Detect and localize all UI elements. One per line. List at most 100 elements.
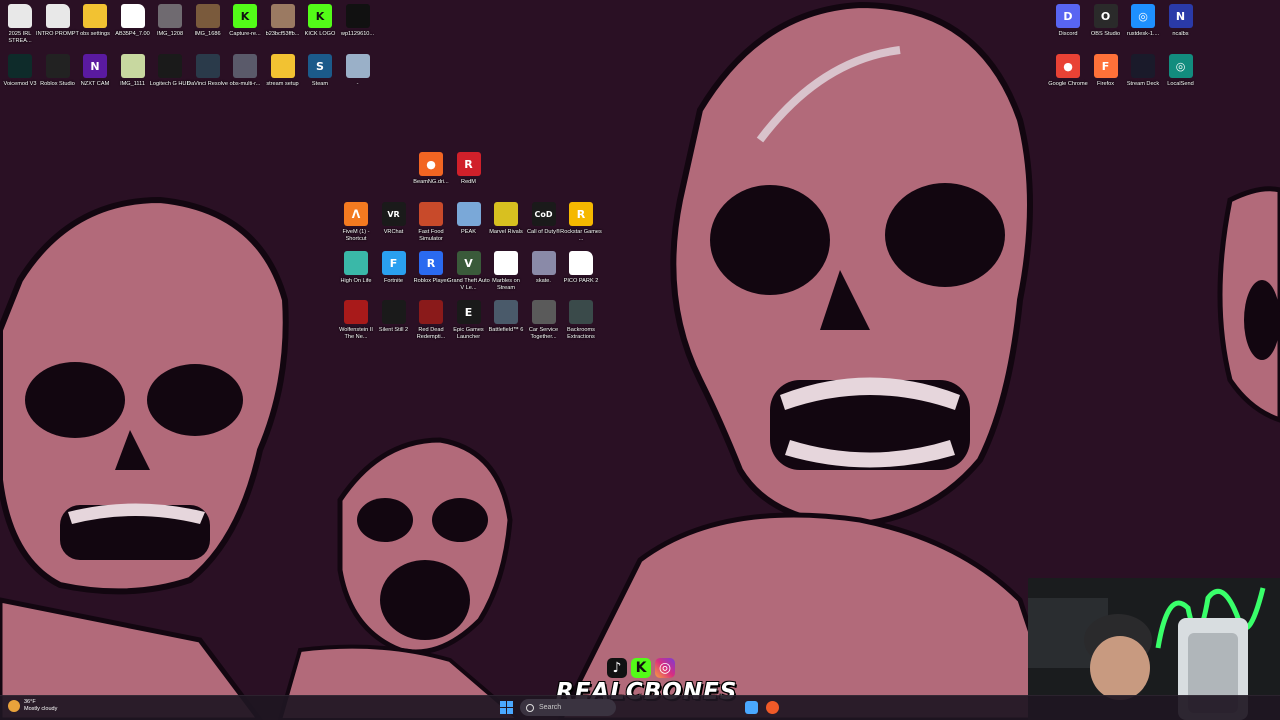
desktop-icon[interactable]: Red Dead Redempti... — [411, 300, 451, 341]
document-icon — [569, 251, 593, 275]
desktop-icon[interactable]: R RedM — [449, 152, 489, 186]
desktop-icon[interactable]: N NZXT CAM — [75, 54, 115, 88]
chrome-icon: ● — [1056, 54, 1080, 78]
desktop-icon[interactable]: - — [338, 54, 378, 88]
desktop-icon[interactable]: Nncalbs — [1161, 4, 1201, 38]
desktop-icon[interactable]: IMG_1111 — [113, 54, 153, 88]
game-icon — [494, 202, 518, 226]
photo-icon — [120, 54, 145, 78]
start-button[interactable] — [500, 701, 513, 714]
windows-logo-icon — [500, 701, 506, 707]
desktop-icon[interactable]: Stream Deck — [1123, 54, 1163, 88]
discord-icon: D — [1056, 4, 1080, 28]
document-icon — [45, 4, 70, 28]
desktop-icon[interactable]: Silent Still 2 — [374, 300, 414, 334]
desktop-icon[interactable]: Battlefield™ 6 — [486, 300, 526, 334]
windows-logo-pane — [507, 701, 513, 707]
desktop-icon[interactable]: skate. — [524, 251, 564, 285]
desktop-icon[interactable]: wp1129610... — [338, 4, 378, 38]
rockstar-icon: R — [569, 202, 593, 226]
cod-icon: CoD — [531, 202, 556, 226]
desktop-icon[interactable]: High On Life — [336, 251, 376, 285]
document-icon — [120, 4, 145, 28]
taskbar-search-box[interactable]: Search — [520, 699, 616, 716]
desktop-icon[interactable]: F Fortnite — [374, 251, 414, 285]
kick-icon: K — [631, 658, 651, 678]
desktop-icon[interactable]: K KICK LOGO — [300, 4, 340, 38]
desktop-icon[interactable]: 2025 IRL STREA... — [0, 4, 40, 45]
windows-logo-pane — [507, 708, 513, 714]
desktop-icon[interactable]: Car Service Together... — [524, 300, 564, 341]
desktop-icon[interactable]: IMG_1208 — [150, 4, 190, 38]
game-icon — [494, 251, 518, 275]
desktop-icon[interactable]: AB35P4_7.00 — [113, 4, 153, 38]
desktop-icon[interactable]: Marvel Rivals — [486, 202, 526, 236]
epic-icon: E — [456, 300, 481, 324]
desktop-icon[interactable]: D Discord — [1048, 4, 1088, 38]
desktop-icon[interactable]: Voicemod V3 — [0, 54, 40, 88]
desktop-icon[interactable]: F Firefox — [1086, 54, 1126, 88]
game-icon — [494, 300, 518, 324]
desktop-icon[interactable]: ● Google Chrome — [1048, 54, 1088, 88]
desktop-icon[interactable]: PEAK — [449, 202, 489, 236]
desktop-icon[interactable]: CoD Call of Duty® — [524, 202, 564, 236]
windows-logo-pane — [500, 708, 506, 714]
desktop-icon[interactable]: R Rockstar Games ... — [560, 202, 602, 243]
desktop-icon[interactable]: Roblox Studio — [38, 54, 78, 88]
desktop-icon[interactable]: PICO PARK 2 — [561, 251, 601, 285]
desktop-icon[interactable]: obs-multi-r... — [225, 54, 265, 88]
desktop-icon[interactable]: Backrooms Extractions — [561, 300, 601, 341]
nzxt-icon: N — [83, 54, 107, 78]
gta-icon: V — [456, 251, 481, 275]
desktop-icon[interactable]: R Roblox Player — [411, 251, 451, 285]
desktop-icon[interactable]: Marbles on Stream — [486, 251, 526, 292]
localsend-icon: ◎ — [1168, 54, 1193, 78]
desktop-icon-label: PICO PARK 2 — [563, 278, 599, 284]
folder-icon — [270, 54, 295, 78]
roblox-icon: R — [419, 251, 443, 275]
weather-widget[interactable]: 36°F Mostly cloudy — [8, 699, 57, 713]
weather-temperature: 36°F — [24, 699, 36, 705]
desktop-icon[interactable]: Wolfenstein II The Ne... — [336, 300, 376, 341]
firefox-icon: F — [1093, 54, 1118, 78]
desktop-icon[interactable]: ᐱ FiveM (1) - Shortcut — [336, 202, 376, 243]
steam-icon: S — [308, 54, 332, 78]
taskbar-app-brave[interactable] — [766, 701, 779, 714]
desktop-icon[interactable]: DaVinci Resolve — [187, 54, 228, 88]
taskbar-app-explorer[interactable] — [745, 701, 758, 714]
game-icon — [531, 300, 556, 324]
voicemod-icon — [8, 54, 32, 78]
desktop-icon[interactable]: ◎ rustdesk-1.... — [1123, 4, 1163, 38]
weather-condition: Mostly cloudy — [24, 706, 58, 712]
obs-icon: O — [1093, 4, 1118, 28]
desktop-icon[interactable]: VR VRChat — [374, 202, 414, 236]
desktop-icon[interactable]: Fast Food Simulator — [411, 202, 451, 243]
vrchat-icon: VR — [381, 202, 406, 226]
desktop-icon[interactable]: INTRO PROMPT — [36, 4, 79, 38]
photo-icon — [195, 4, 220, 28]
desktop-icon[interactable]: ◎ LocalSend — [1161, 54, 1201, 88]
kick-icon: K — [233, 4, 257, 28]
desktop-icon[interactable]: O OBS Studio — [1086, 4, 1126, 38]
desktop-icon[interactable]: ● BeamNG.dri... — [411, 152, 451, 186]
desktop-icon[interactable]: V Grand Theft Auto V Le... — [447, 251, 490, 292]
obs-multi-icon — [233, 54, 257, 78]
desktop-icon[interactable]: stream setup — [263, 54, 303, 88]
document-icon — [8, 4, 32, 28]
desktop-icon[interactable]: S Steam — [300, 54, 340, 88]
folder-icon — [83, 4, 107, 28]
desktop-icon-label: - — [356, 81, 359, 87]
desktop-icon[interactable]: obs settings — [75, 4, 115, 38]
redm-icon: R — [456, 152, 481, 176]
desktop-icon[interactable]: b23bcf53ffb... — [263, 4, 303, 38]
ncalbs-icon: N — [1168, 4, 1193, 28]
desktop-icon[interactable]: E Epic Games Launcher — [449, 300, 489, 341]
desktop-icon[interactable]: Logitech G HUB — [150, 54, 190, 88]
game-icon — [531, 251, 556, 275]
desktop-icon[interactable]: K Capture-re... — [225, 4, 265, 38]
game-icon — [569, 300, 593, 324]
taskbar: 36°F Mostly cloudy Search — [0, 695, 1280, 720]
desktop-icon-label: ncalbs — [1172, 31, 1189, 37]
desktop-icon-label: Backrooms Extractions — [567, 327, 595, 340]
desktop-icon[interactable]: IMG_1686 — [188, 4, 228, 38]
